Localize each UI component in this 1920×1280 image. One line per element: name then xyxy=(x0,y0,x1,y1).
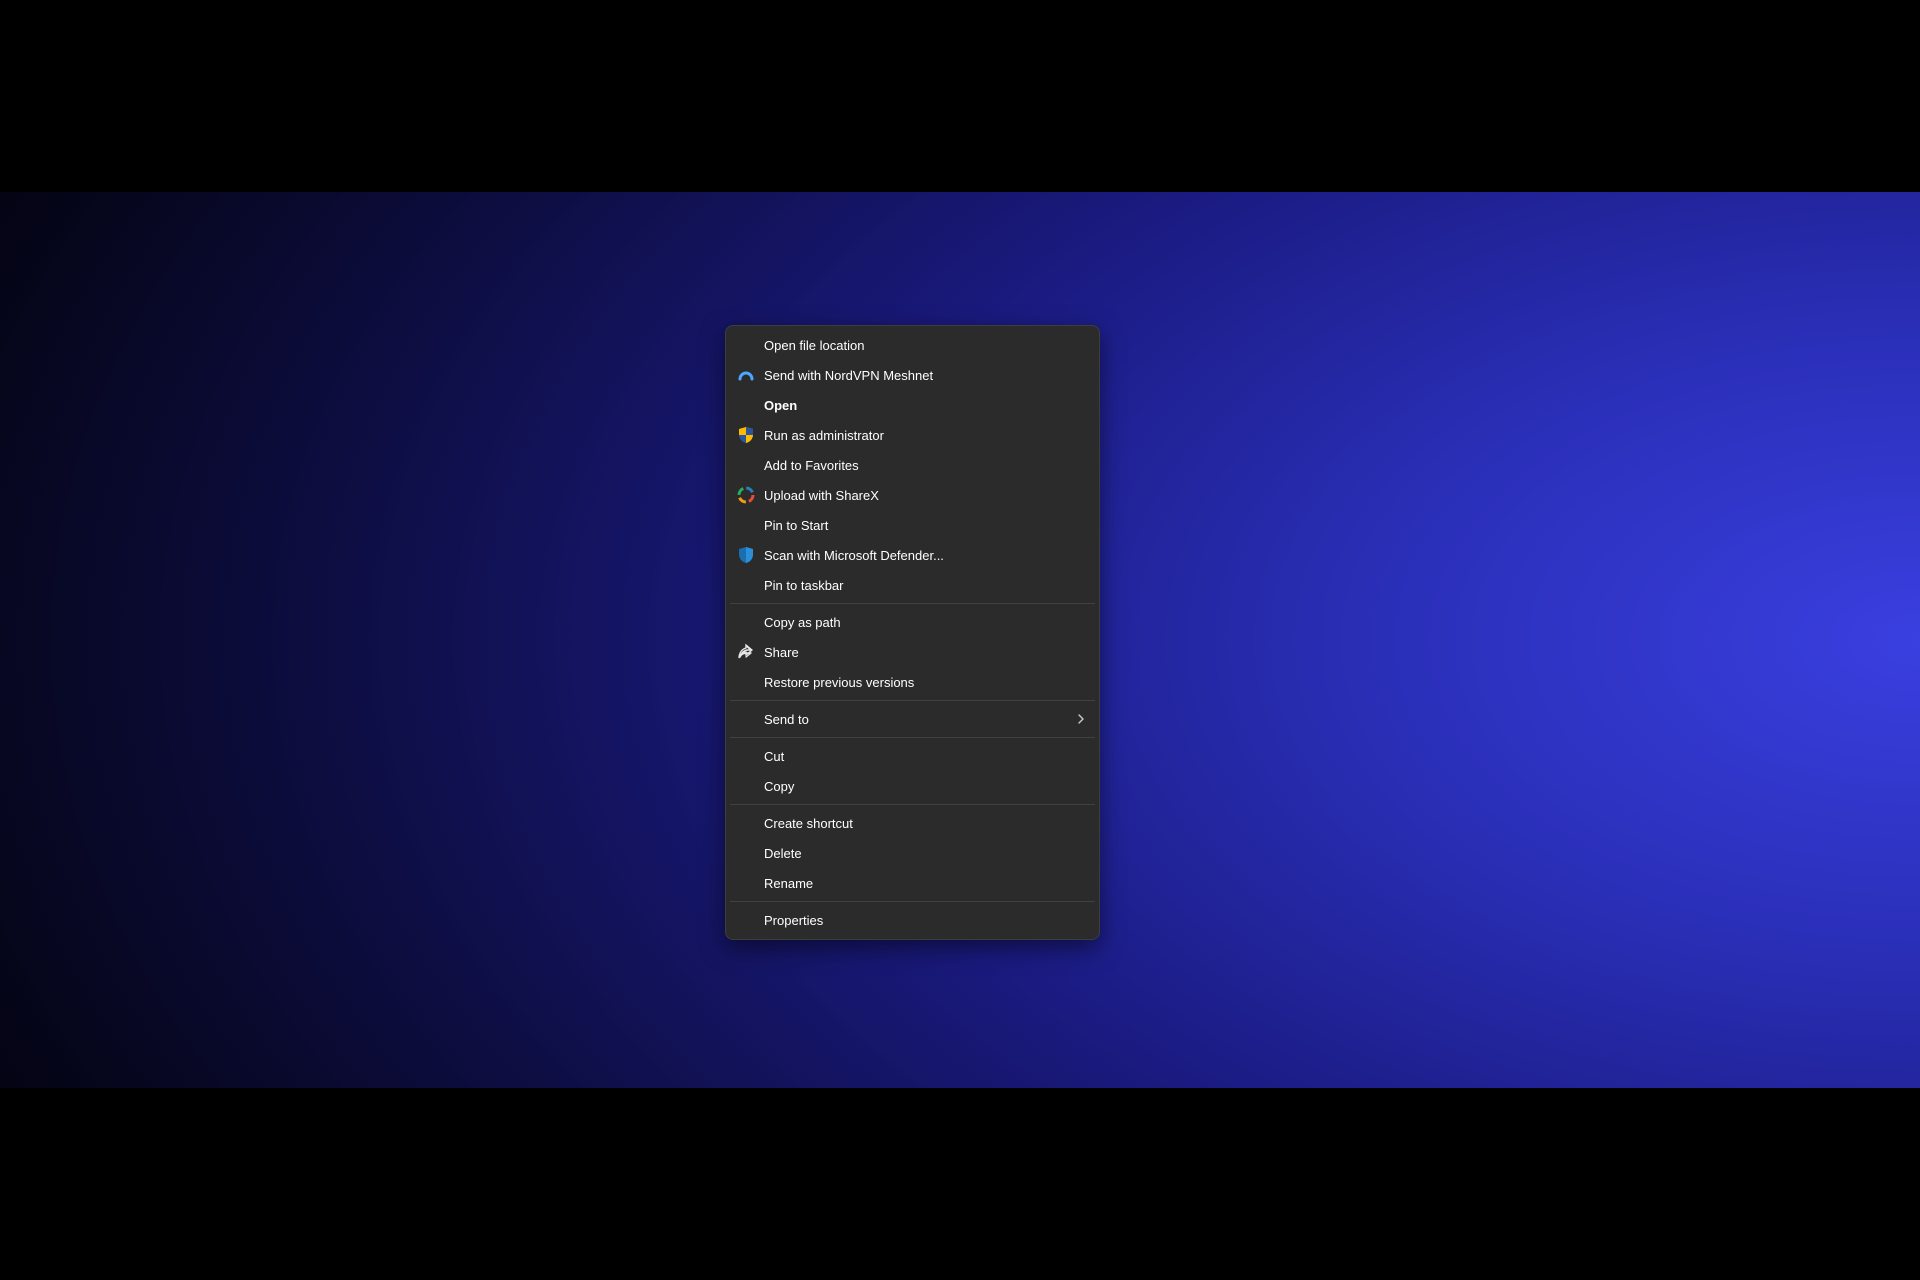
nordvpn-icon xyxy=(736,365,756,385)
menu-item-label: Upload with ShareX xyxy=(764,489,1087,502)
icon-spacer xyxy=(736,455,756,475)
menu-item-pin-to-start[interactable]: Pin to Start xyxy=(726,510,1099,540)
menu-separator xyxy=(730,700,1095,701)
icon-spacer xyxy=(736,813,756,833)
menu-item-label: Add to Favorites xyxy=(764,459,1087,472)
menu-item-restore-previous[interactable]: Restore previous versions xyxy=(726,667,1099,697)
context-menu: Open file location Send with NordVPN Mesh… xyxy=(725,325,1100,940)
menu-item-label: Scan with Microsoft Defender... xyxy=(764,549,1087,562)
menu-separator xyxy=(730,804,1095,805)
menu-item-label: Delete xyxy=(764,847,1087,860)
menu-item-copy[interactable]: Copy xyxy=(726,771,1099,801)
menu-item-label: Copy xyxy=(764,780,1087,793)
menu-item-rename[interactable]: Rename xyxy=(726,868,1099,898)
menu-item-label: Open file location xyxy=(764,339,1087,352)
menu-separator xyxy=(730,737,1095,738)
menu-item-send-with-nordvpn[interactable]: Send with NordVPN Meshnet xyxy=(726,360,1099,390)
menu-item-open[interactable]: Open xyxy=(726,390,1099,420)
menu-separator xyxy=(730,901,1095,902)
menu-item-label: Send to xyxy=(764,713,1075,726)
menu-separator xyxy=(730,603,1095,604)
menu-item-upload-with-sharex[interactable]: Upload with ShareX xyxy=(726,480,1099,510)
menu-item-add-to-favorites[interactable]: Add to Favorites xyxy=(726,450,1099,480)
menu-item-copy-as-path[interactable]: Copy as path xyxy=(726,607,1099,637)
letterbox-top xyxy=(0,0,1920,192)
letterbox-bottom xyxy=(0,1088,1920,1280)
menu-item-open-file-location[interactable]: Open file location xyxy=(726,330,1099,360)
menu-item-properties[interactable]: Properties xyxy=(726,905,1099,935)
menu-item-delete[interactable]: Delete xyxy=(726,838,1099,868)
icon-spacer xyxy=(736,910,756,930)
chevron-right-icon xyxy=(1075,713,1087,725)
icon-spacer xyxy=(736,575,756,595)
icon-spacer xyxy=(736,515,756,535)
icon-spacer xyxy=(736,672,756,692)
share-icon xyxy=(736,642,756,662)
shield-uac-icon xyxy=(736,425,756,445)
icon-spacer xyxy=(736,709,756,729)
menu-item-label: Rename xyxy=(764,877,1087,890)
menu-item-label: Open xyxy=(764,399,1087,412)
icon-spacer xyxy=(736,873,756,893)
menu-item-label: Send with NordVPN Meshnet xyxy=(764,369,1087,382)
menu-item-share[interactable]: Share xyxy=(726,637,1099,667)
icon-spacer xyxy=(736,843,756,863)
menu-item-send-to[interactable]: Send to xyxy=(726,704,1099,734)
menu-item-create-shortcut[interactable]: Create shortcut xyxy=(726,808,1099,838)
defender-icon xyxy=(736,545,756,565)
menu-item-label: Run as administrator xyxy=(764,429,1087,442)
icon-spacer xyxy=(736,395,756,415)
icon-spacer xyxy=(736,776,756,796)
menu-item-label: Properties xyxy=(764,914,1087,927)
menu-item-label: Copy as path xyxy=(764,616,1087,629)
menu-item-label: Cut xyxy=(764,750,1087,763)
menu-item-label: Pin to Start xyxy=(764,519,1087,532)
menu-item-run-as-admin[interactable]: Run as administrator xyxy=(726,420,1099,450)
menu-item-pin-to-taskbar[interactable]: Pin to taskbar xyxy=(726,570,1099,600)
icon-spacer xyxy=(736,335,756,355)
sharex-icon xyxy=(736,485,756,505)
menu-item-scan-with-defender[interactable]: Scan with Microsoft Defender... xyxy=(726,540,1099,570)
icon-spacer xyxy=(736,746,756,766)
menu-item-cut[interactable]: Cut xyxy=(726,741,1099,771)
icon-spacer xyxy=(736,612,756,632)
menu-item-label: Create shortcut xyxy=(764,817,1087,830)
menu-item-label: Pin to taskbar xyxy=(764,579,1087,592)
menu-item-label: Restore previous versions xyxy=(764,676,1087,689)
menu-item-label: Share xyxy=(764,646,1087,659)
